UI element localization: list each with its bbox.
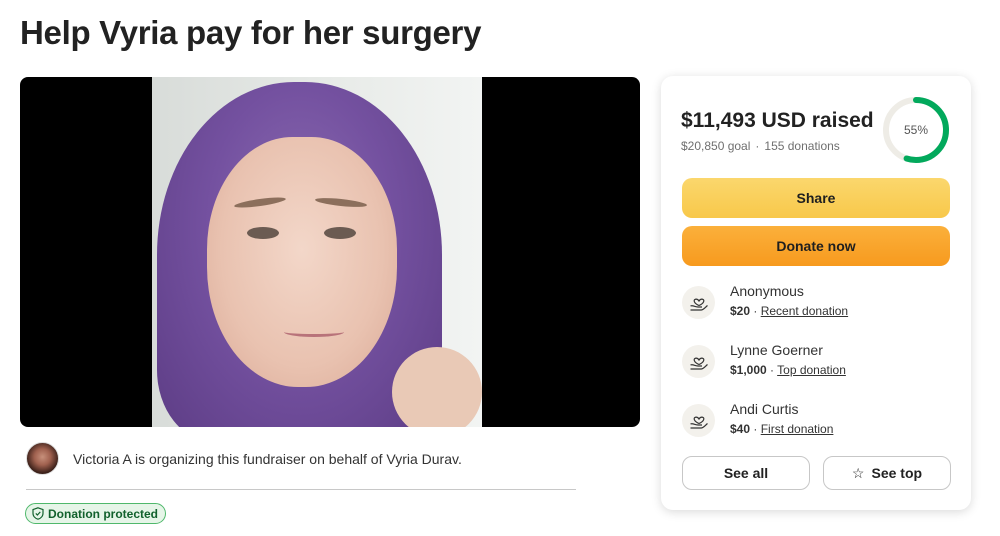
organizer-avatar[interactable]	[26, 442, 59, 475]
goal-amount: $20,850 goal	[681, 139, 751, 153]
donation-hands-icon	[682, 345, 715, 378]
donor-amount: $40	[730, 422, 751, 436]
donation-tag-link[interactable]: First donation	[761, 422, 834, 436]
see-all-button[interactable]: See all	[682, 456, 810, 490]
goal-meta: $20,850 goal · 155 donations	[681, 139, 840, 153]
fundraiser-media[interactable]	[20, 77, 640, 427]
donor-item: Anonymous $20 · Recent donation	[682, 282, 950, 326]
fundraiser-photo	[152, 77, 482, 427]
donor-name: Lynne Goerner	[730, 342, 823, 358]
donation-card: $11,493 USD raised $20,850 goal · 155 dona…	[661, 76, 971, 510]
organizer-row: Victoria A is organizing this fundraiser…	[26, 442, 462, 475]
donate-now-button[interactable]: Donate now	[682, 226, 950, 266]
donation-tag-link[interactable]: Recent donation	[761, 304, 848, 318]
donation-count: 155 donations	[764, 139, 840, 153]
donation-hands-icon	[682, 404, 715, 437]
donor-name: Andi Curtis	[730, 401, 799, 417]
donor-item: Andi Curtis $40 · First donation	[682, 400, 950, 444]
donation-tag-link[interactable]: Top donation	[777, 363, 846, 377]
organizer-text: Victoria A is organizing this fundraiser…	[73, 450, 462, 467]
star-icon: ☆	[851, 464, 865, 481]
donor-name: Anonymous	[730, 283, 804, 299]
share-button[interactable]: Share	[682, 178, 950, 218]
divider	[26, 489, 576, 490]
page-title: Help Vyria pay for her surgery	[20, 14, 482, 51]
donor-item: Lynne Goerner $1,000 · Top donation	[682, 341, 950, 385]
donation-protected-badge[interactable]: Donation protected	[25, 503, 166, 524]
donation-hands-icon	[682, 286, 715, 319]
see-top-button[interactable]: ☆ See top	[823, 456, 951, 490]
separator-dot: ·	[755, 139, 760, 153]
donor-amount: $1,000	[730, 363, 767, 377]
shield-icon	[32, 507, 44, 520]
progress-percent: 55%	[903, 123, 929, 137]
badge-label: Donation protected	[48, 506, 158, 521]
see-top-label: See top	[871, 465, 923, 481]
amount-raised: $11,493 USD raised	[681, 109, 874, 132]
donor-amount: $20	[730, 304, 751, 318]
